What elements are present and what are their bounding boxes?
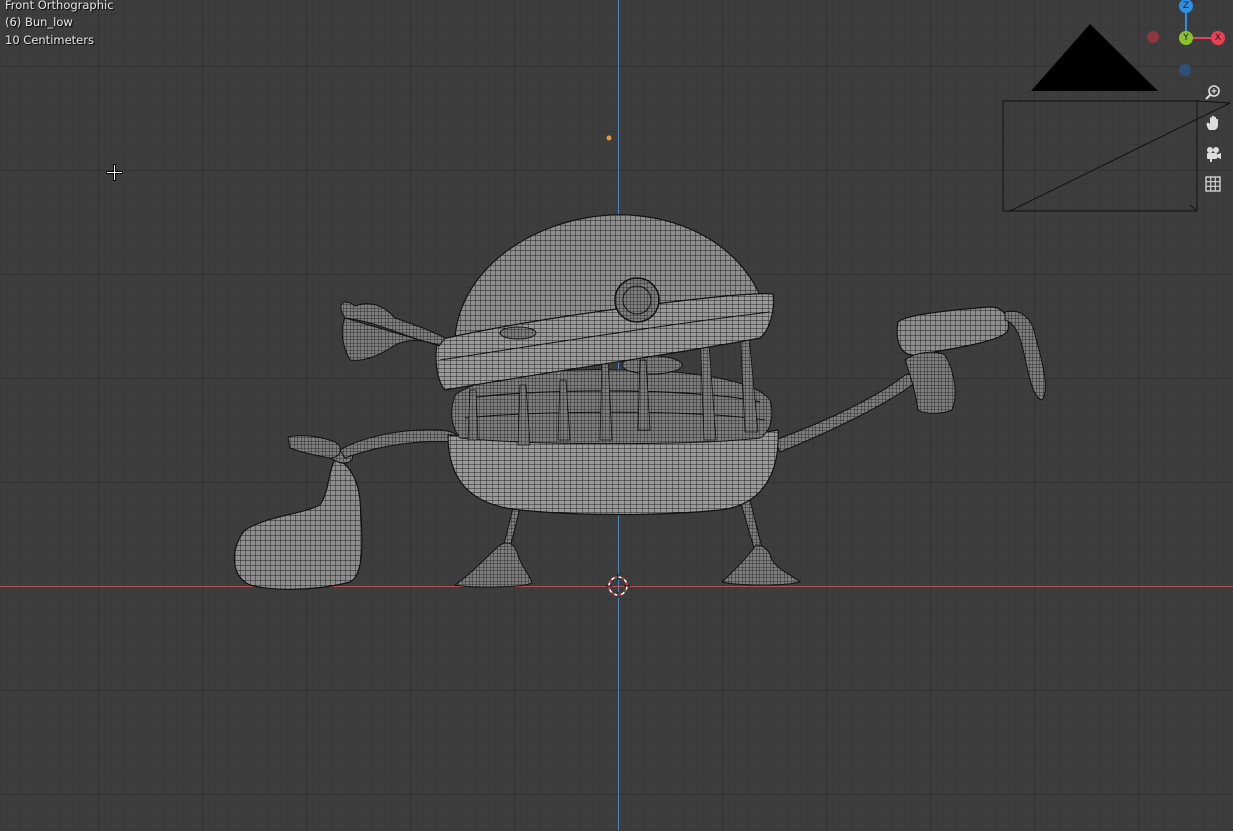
view-name-label: Front Orthographic bbox=[5, 0, 114, 12]
camera-icon bbox=[1207, 147, 1221, 162]
camera-view-button[interactable] bbox=[1199, 140, 1227, 168]
zoom-button[interactable] bbox=[1199, 79, 1227, 107]
bandana-tail-mesh[interactable] bbox=[340, 301, 446, 361]
mouse-crosshair-icon bbox=[106, 164, 123, 181]
active-object-label: (6) Bun_low bbox=[5, 15, 73, 29]
grid-icon bbox=[1205, 176, 1221, 192]
x-axis-button[interactable]: X bbox=[1211, 31, 1225, 45]
origin-point bbox=[606, 135, 612, 141]
y-axis-button[interactable]: Y bbox=[1179, 31, 1193, 45]
sack-mesh[interactable] bbox=[233, 450, 363, 590]
zoom-icon bbox=[1205, 85, 1220, 100]
pan-button[interactable] bbox=[1199, 109, 1227, 137]
hand-icon bbox=[1206, 115, 1218, 130]
grid-scale-label: 10 Centimeters bbox=[5, 33, 94, 47]
neg-z-axis-button[interactable] bbox=[1179, 64, 1191, 76]
top-bun-mesh[interactable] bbox=[435, 214, 775, 391]
gun-mesh[interactable] bbox=[896, 306, 1046, 414]
neg-x-axis-button[interactable] bbox=[1147, 31, 1159, 43]
right-arm-mesh[interactable] bbox=[774, 373, 917, 453]
left-arm-mesh[interactable] bbox=[287, 429, 458, 459]
ortho-toggle-button[interactable] bbox=[1199, 170, 1227, 198]
navigation-gizmo[interactable]: Z Y X bbox=[1140, 0, 1233, 80]
3d-viewport[interactable]: Front Orthographic (6) Bun_low 10 Centim… bbox=[0, 0, 1233, 831]
3d-cursor[interactable] bbox=[606, 574, 630, 598]
mesh-model[interactable] bbox=[0, 0, 1233, 831]
